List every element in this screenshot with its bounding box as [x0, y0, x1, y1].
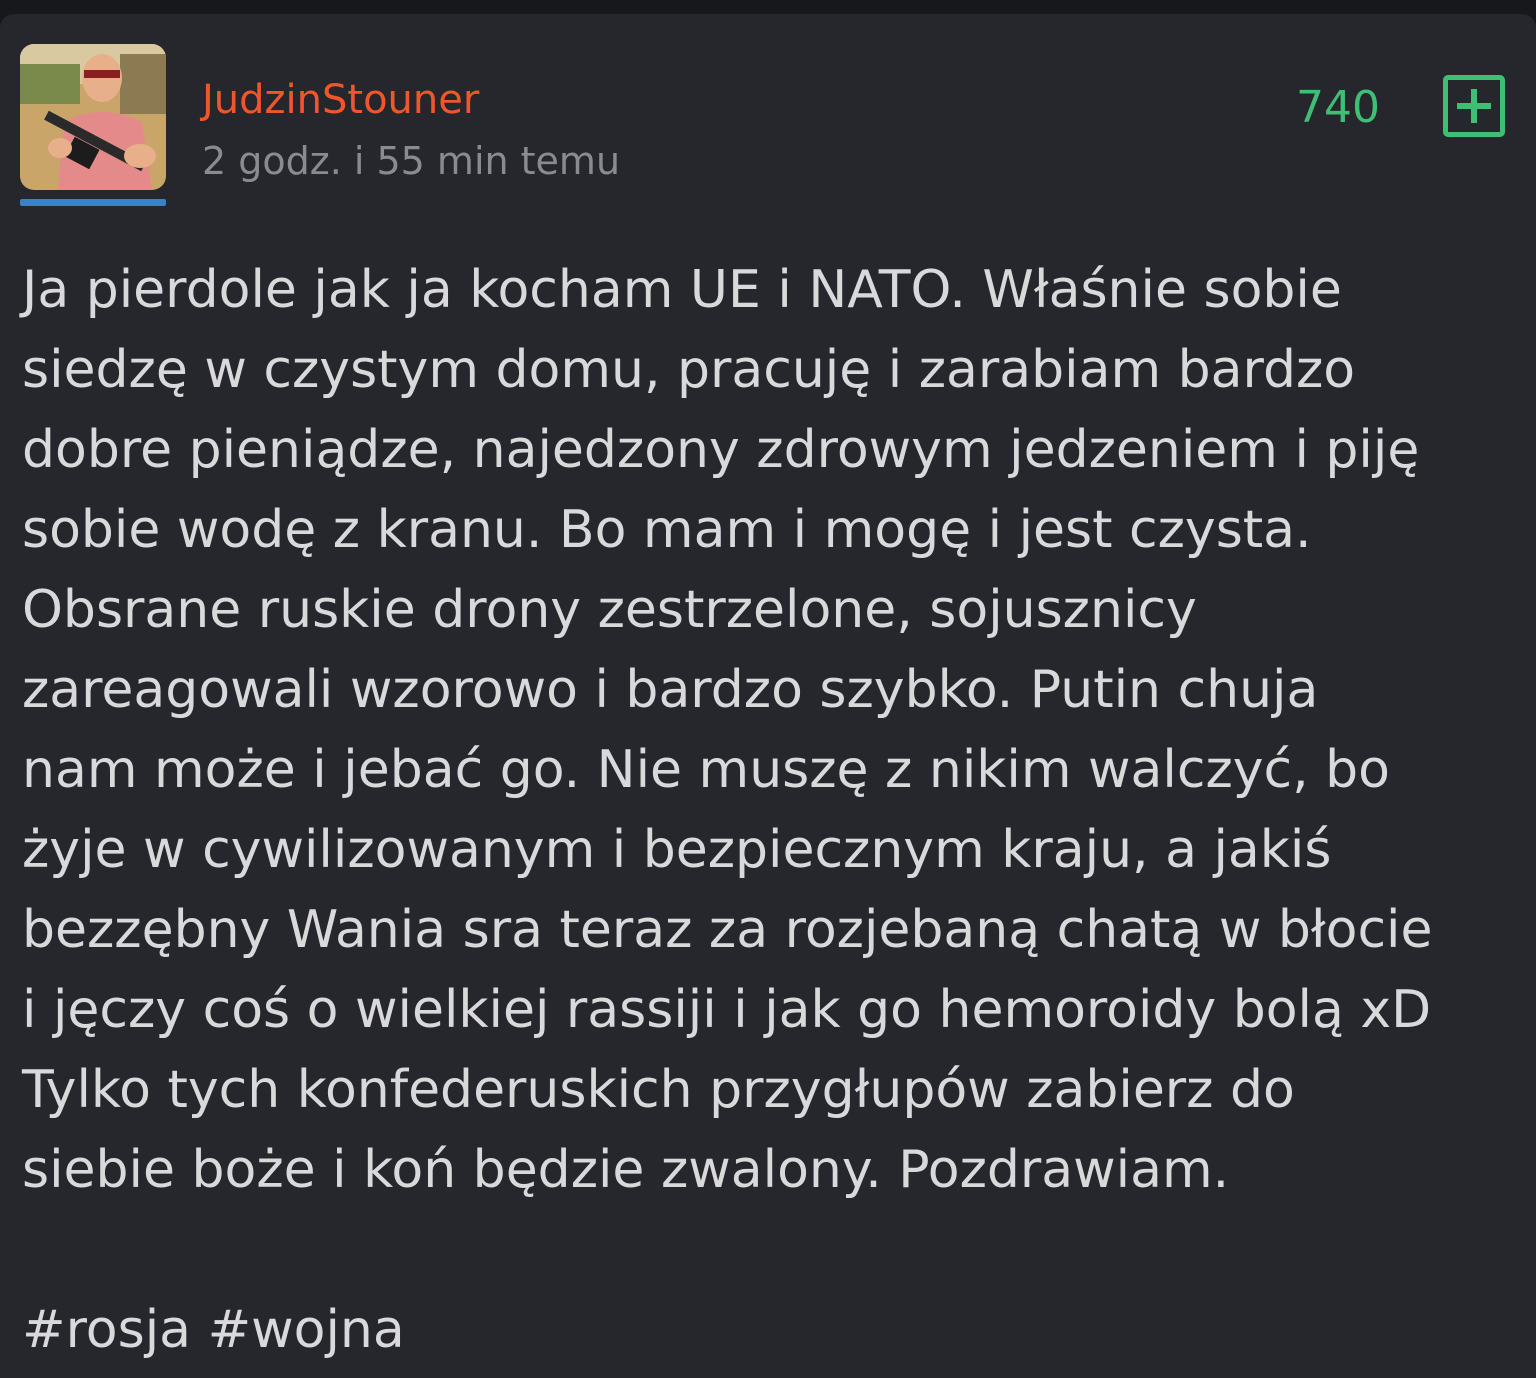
- body-line: bezzębny Wania sra teraz za rozjebaną ch…: [22, 900, 1433, 960]
- body-line: Obsrane ruskie drony zestrzelone, sojusz…: [22, 580, 1197, 640]
- avatar-container[interactable]: [20, 44, 166, 206]
- body-line: i jęczy coś o wielkiej rassiji i jak go …: [22, 980, 1432, 1040]
- body-line: sobie wodę z kranu. Bo mam i mogę i jest…: [22, 500, 1312, 560]
- body-line: dobre pieniądze, najedzony zdrowym jedze…: [22, 420, 1420, 480]
- body-line: siedzę w czystym domu, pracuję i zarabia…: [22, 340, 1356, 400]
- tag-rosja[interactable]: #rosja: [22, 1300, 191, 1360]
- body-line: Ja pierdole jak ja kocham UE i NATO. Wła…: [22, 260, 1342, 320]
- avatar-underline: [20, 199, 166, 206]
- body-line: siebie boże i koń będzie zwalony. Pozdra…: [22, 1140, 1230, 1200]
- post-card: JudzinStouner 2 godz. i 55 min temu 740 …: [0, 14, 1536, 1378]
- body-line: Tylko tych konfederuskich przygłupów zab…: [22, 1060, 1295, 1120]
- upvote-button[interactable]: [1443, 75, 1505, 137]
- post-body: Ja pierdole jak ja kocham UE i NATO. Wła…: [22, 250, 1522, 1210]
- author-name[interactable]: JudzinStouner: [202, 70, 479, 130]
- avatar[interactable]: [20, 44, 166, 190]
- vote-count: 740: [1296, 82, 1380, 133]
- post-timestamp[interactable]: 2 godz. i 55 min temu: [202, 132, 620, 190]
- tag-wojna[interactable]: #wojna: [208, 1300, 405, 1360]
- body-line: żyje w cywilizowanym i bezpiecznym kraju…: [22, 820, 1332, 880]
- body-line: zareagowali wzorowo i bardzo szybko. Put…: [22, 660, 1319, 720]
- avatar-photo: [20, 44, 166, 190]
- post-tags: #rosja #wojna: [22, 1290, 405, 1370]
- body-line: nam może i jebać go. Nie muszę z nikim w…: [22, 740, 1390, 800]
